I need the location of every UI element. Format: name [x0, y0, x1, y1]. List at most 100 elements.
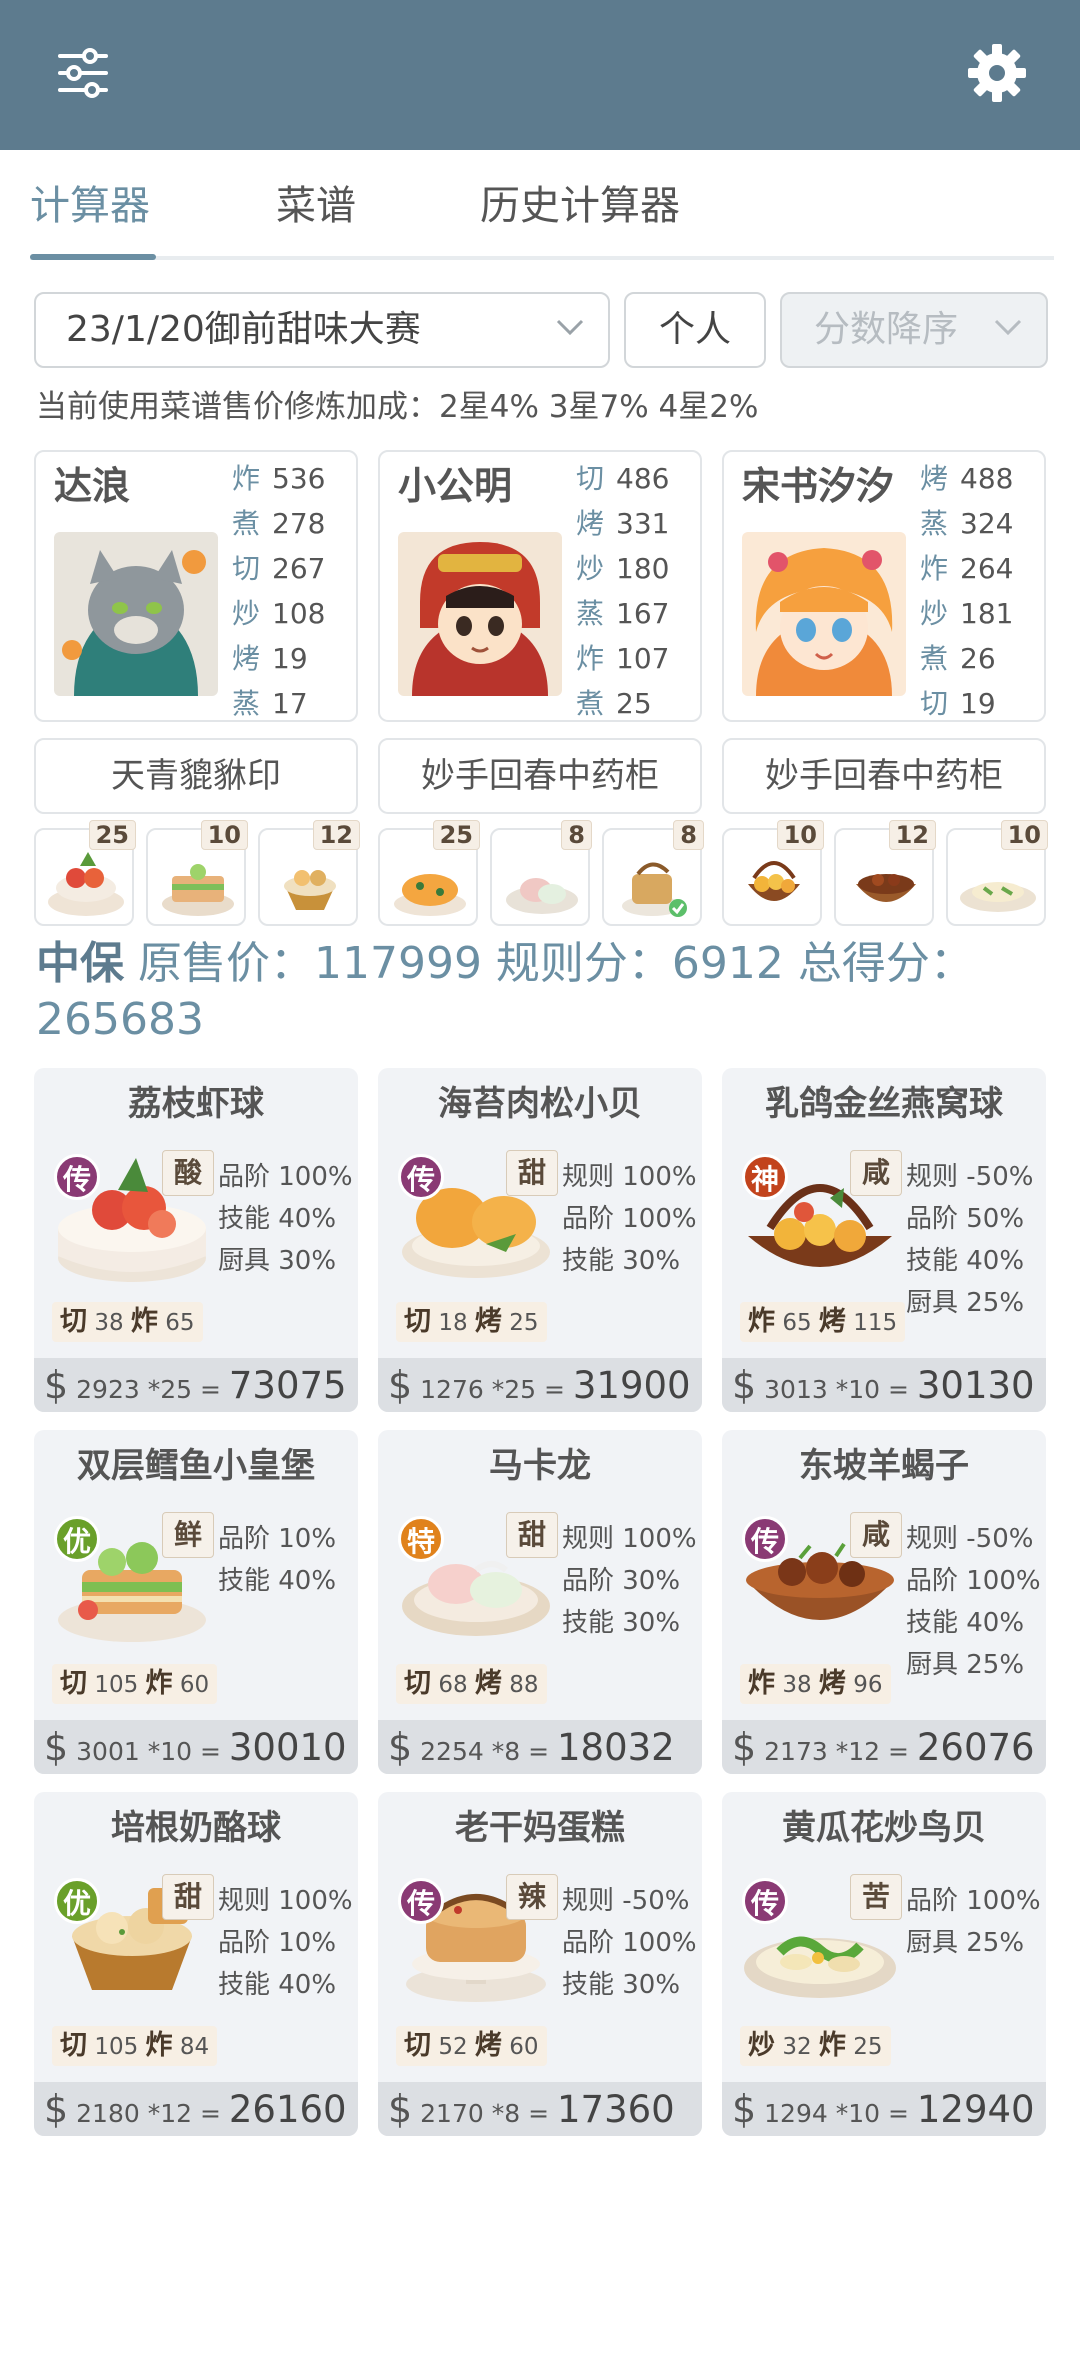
chef-card[interactable]: 小公明 切 486 烤 331 炒 180 蒸 167 炸 107 煮 25 — [378, 450, 702, 722]
rarity-badge: 优 — [54, 1878, 100, 1924]
contest-select[interactable]: 23/1/20御前甜味大赛 — [34, 292, 610, 368]
dish-slot[interactable]: 25 — [378, 820, 480, 926]
buff-item: 规则 -50% — [906, 1162, 1034, 1192]
dish-thumbnail-icon — [394, 874, 466, 916]
dish-slot[interactable]: 12 — [834, 820, 936, 926]
chef-card[interactable]: 宋书汐汐 烤 488 蒸 324 炸 264 炒 181 煮 26 切 19 — [722, 450, 1046, 722]
dish-quantity: 10 — [1000, 820, 1048, 850]
dish-multiplier: *25 — [147, 1375, 193, 1404]
buff-list: 规则 100% 品阶 30% 技能 30% — [562, 1518, 702, 1644]
chevron-down-icon — [994, 319, 1022, 336]
chef-skill: 炒 180 — [576, 552, 670, 585]
chef-skill: 煮 278 — [232, 507, 326, 540]
dish-slot[interactable]: 10 — [146, 820, 248, 926]
dish-unit-price: 3013 — [764, 1375, 828, 1404]
dish-skill-req: 切 105 炸 60 — [52, 1664, 218, 1704]
dish-skill-req: 切 38 炸 65 — [52, 1302, 203, 1342]
flavor-tag: 苦 — [850, 1874, 902, 1920]
chef-skill: 煮 25 — [576, 687, 652, 720]
chef-skill: 炸 264 — [920, 552, 1014, 585]
dish-multiplier: *12 — [835, 1737, 881, 1766]
dish-slot[interactable]: 12 — [258, 820, 360, 926]
buff-list: 规则 -50% 品阶 50% 技能 40% 厨具 25% — [906, 1156, 1046, 1324]
dish-slot[interactable]: 10 — [946, 820, 1048, 926]
mode-select-value: 个人 — [658, 309, 731, 350]
flavor-tag: 咸 — [850, 1512, 902, 1558]
chef-name: 达浪 — [54, 464, 131, 508]
rarity-badge: 优 — [54, 1516, 100, 1562]
buff-list: 品阶 100% 技能 40% 厨具 30% — [218, 1156, 358, 1282]
dish-thumbnail-icon — [960, 882, 1036, 912]
dish-slot[interactable]: 8 — [490, 820, 592, 926]
dish-thumbnail-icon — [856, 874, 916, 902]
buff-item: 规则 100% — [218, 1886, 353, 1916]
dish-card[interactable]: 培根奶酪球 优 甜 规则 100% 品阶 10% 技能 40% 切 105 炸 … — [34, 1792, 358, 2136]
dish-card[interactable]: 双层鳕鱼小皇堡 优 鲜 品阶 10% 技能 40% 切 105 炸 60 $ 3… — [34, 1430, 358, 1774]
dish-card[interactable]: 老干妈蛋糕 传 辣 规则 -50% 品阶 100% 技能 30% 切 52 烤 … — [378, 1792, 702, 2136]
dish-total: 26160 — [228, 2088, 347, 2131]
tab-history-calculator[interactable]: 历史计算器 — [480, 170, 680, 256]
dish-skill-req: 切 105 炸 84 — [52, 2026, 218, 2066]
dish-thumbnail-icon — [622, 862, 687, 917]
gear-icon[interactable] — [962, 38, 1032, 108]
score-summary: 中保 原售价：117999 规则分：6912 总得分：265683 — [36, 936, 1046, 1048]
flavor-tag: 甜 — [506, 1150, 558, 1196]
chef-equipment[interactable]: 妙手回春中药柜 — [722, 738, 1046, 814]
dish-total: 17360 — [556, 2088, 675, 2131]
dish-card[interactable]: 乳鸽金丝燕窝球 神 咸 规则 -50% 品阶 50% 技能 40% 厨具 25%… — [722, 1068, 1046, 1412]
buff-item: 厨具 30% — [218, 1246, 337, 1276]
dish-card[interactable]: 马卡龙 特 甜 规则 100% 品阶 30% 技能 30% 切 68 烤 88 … — [378, 1430, 702, 1774]
dish-total: 30010 — [228, 1726, 347, 1769]
dish-skill-req: 炒 32 炸 25 — [740, 2026, 891, 2066]
tab-recipes[interactable]: 菜谱 — [276, 170, 356, 256]
flavor-tag: 鲜 — [162, 1512, 214, 1558]
dish-quantity: 10 — [200, 820, 248, 850]
buff-item: 厨具 25% — [906, 1288, 1025, 1318]
flavor-tag: 酸 — [162, 1150, 214, 1196]
dish-name: 海苔肉松小贝 — [438, 1084, 642, 1124]
chef-card[interactable]: 达浪 炸 536 煮 278 切 267 炒 108 烤 19 蒸 17 — [34, 450, 358, 722]
dish-price-row: $ 1294 *10 = 12940 — [722, 2082, 1046, 2136]
chef-name: 小公明 — [398, 464, 513, 508]
dish-multiplier: *10 — [147, 1737, 193, 1766]
chef-equipment[interactable]: 天青貔貅印 — [34, 738, 358, 814]
dish-card[interactable]: 黄瓜花炒鸟贝 传 苦 品阶 100% 厨具 25% 炒 32 炸 25 $ 12… — [722, 1792, 1046, 2136]
dish-unit-price: 2170 — [420, 2099, 484, 2128]
buff-list: 规则 100% 品阶 10% 技能 40% — [218, 1880, 358, 2006]
dish-card[interactable]: 荔枝虾球 传 酸 品阶 100% 技能 40% 厨具 30% 切 38 炸 65… — [34, 1068, 358, 1412]
score-level: 中保 — [36, 938, 124, 989]
sort-select[interactable]: 分数降序 — [780, 292, 1048, 368]
dish-slot[interactable]: 10 — [722, 820, 824, 926]
chef-skill: 蒸 17 — [232, 687, 308, 720]
dish-card[interactable]: 东坡羊蝎子 传 咸 规则 -50% 品阶 100% 技能 40% 厨具 25% … — [722, 1430, 1046, 1774]
dish-thumbnail-icon — [284, 870, 336, 910]
rarity-badge: 传 — [398, 1878, 444, 1924]
dish-multiplier: *8 — [491, 1737, 521, 1766]
chef-equipment[interactable]: 妙手回春中药柜 — [378, 738, 702, 814]
price-bonus-text: 当前使用菜谱售价修炼加成：2星4% 3星7% 4星2% — [36, 389, 759, 425]
buff-list: 品阶 10% 技能 40% — [218, 1518, 358, 1602]
rarity-badge: 神 — [742, 1154, 788, 1200]
chef-skill: 蒸 324 — [920, 507, 1014, 540]
dish-multiplier: *8 — [491, 2099, 521, 2128]
dish-card[interactable]: 海苔肉松小贝 传 甜 规则 100% 品阶 100% 技能 30% 切 18 烤… — [378, 1068, 702, 1412]
flavor-tag: 咸 — [850, 1150, 902, 1196]
dish-total: 73075 — [228, 1364, 347, 1407]
score-text: 原售价：117999 规则分：6912 总得分：265683 — [36, 938, 974, 1045]
dish-price-row: $ 2173 *12 = 26076 — [722, 1720, 1046, 1774]
dish-slot[interactable]: 25 — [34, 820, 136, 926]
dish-name: 黄瓜花炒鸟贝 — [782, 1808, 986, 1848]
dish-thumbnail-icon — [506, 878, 578, 914]
dish-slot[interactable]: 8 — [602, 820, 704, 926]
dish-price-row: $ 2254 *8 = 18032 — [378, 1720, 702, 1774]
chef-skill: 炸 107 — [576, 642, 670, 675]
buff-item: 规则 -50% — [562, 1886, 690, 1916]
buff-item: 技能 30% — [562, 1608, 681, 1638]
dish-skill-req: 炸 65 烤 115 — [740, 1302, 906, 1342]
tab-calculator[interactable]: 计算器 — [30, 170, 150, 256]
dish-skill-req: 切 52 烤 60 — [396, 2026, 547, 2066]
dish-price-row: $ 1276 *25 = 31900 — [378, 1358, 702, 1412]
sort-select-value: 分数降序 — [814, 309, 959, 350]
mode-select[interactable]: 个人 — [624, 292, 766, 368]
sliders-icon[interactable] — [48, 38, 118, 108]
